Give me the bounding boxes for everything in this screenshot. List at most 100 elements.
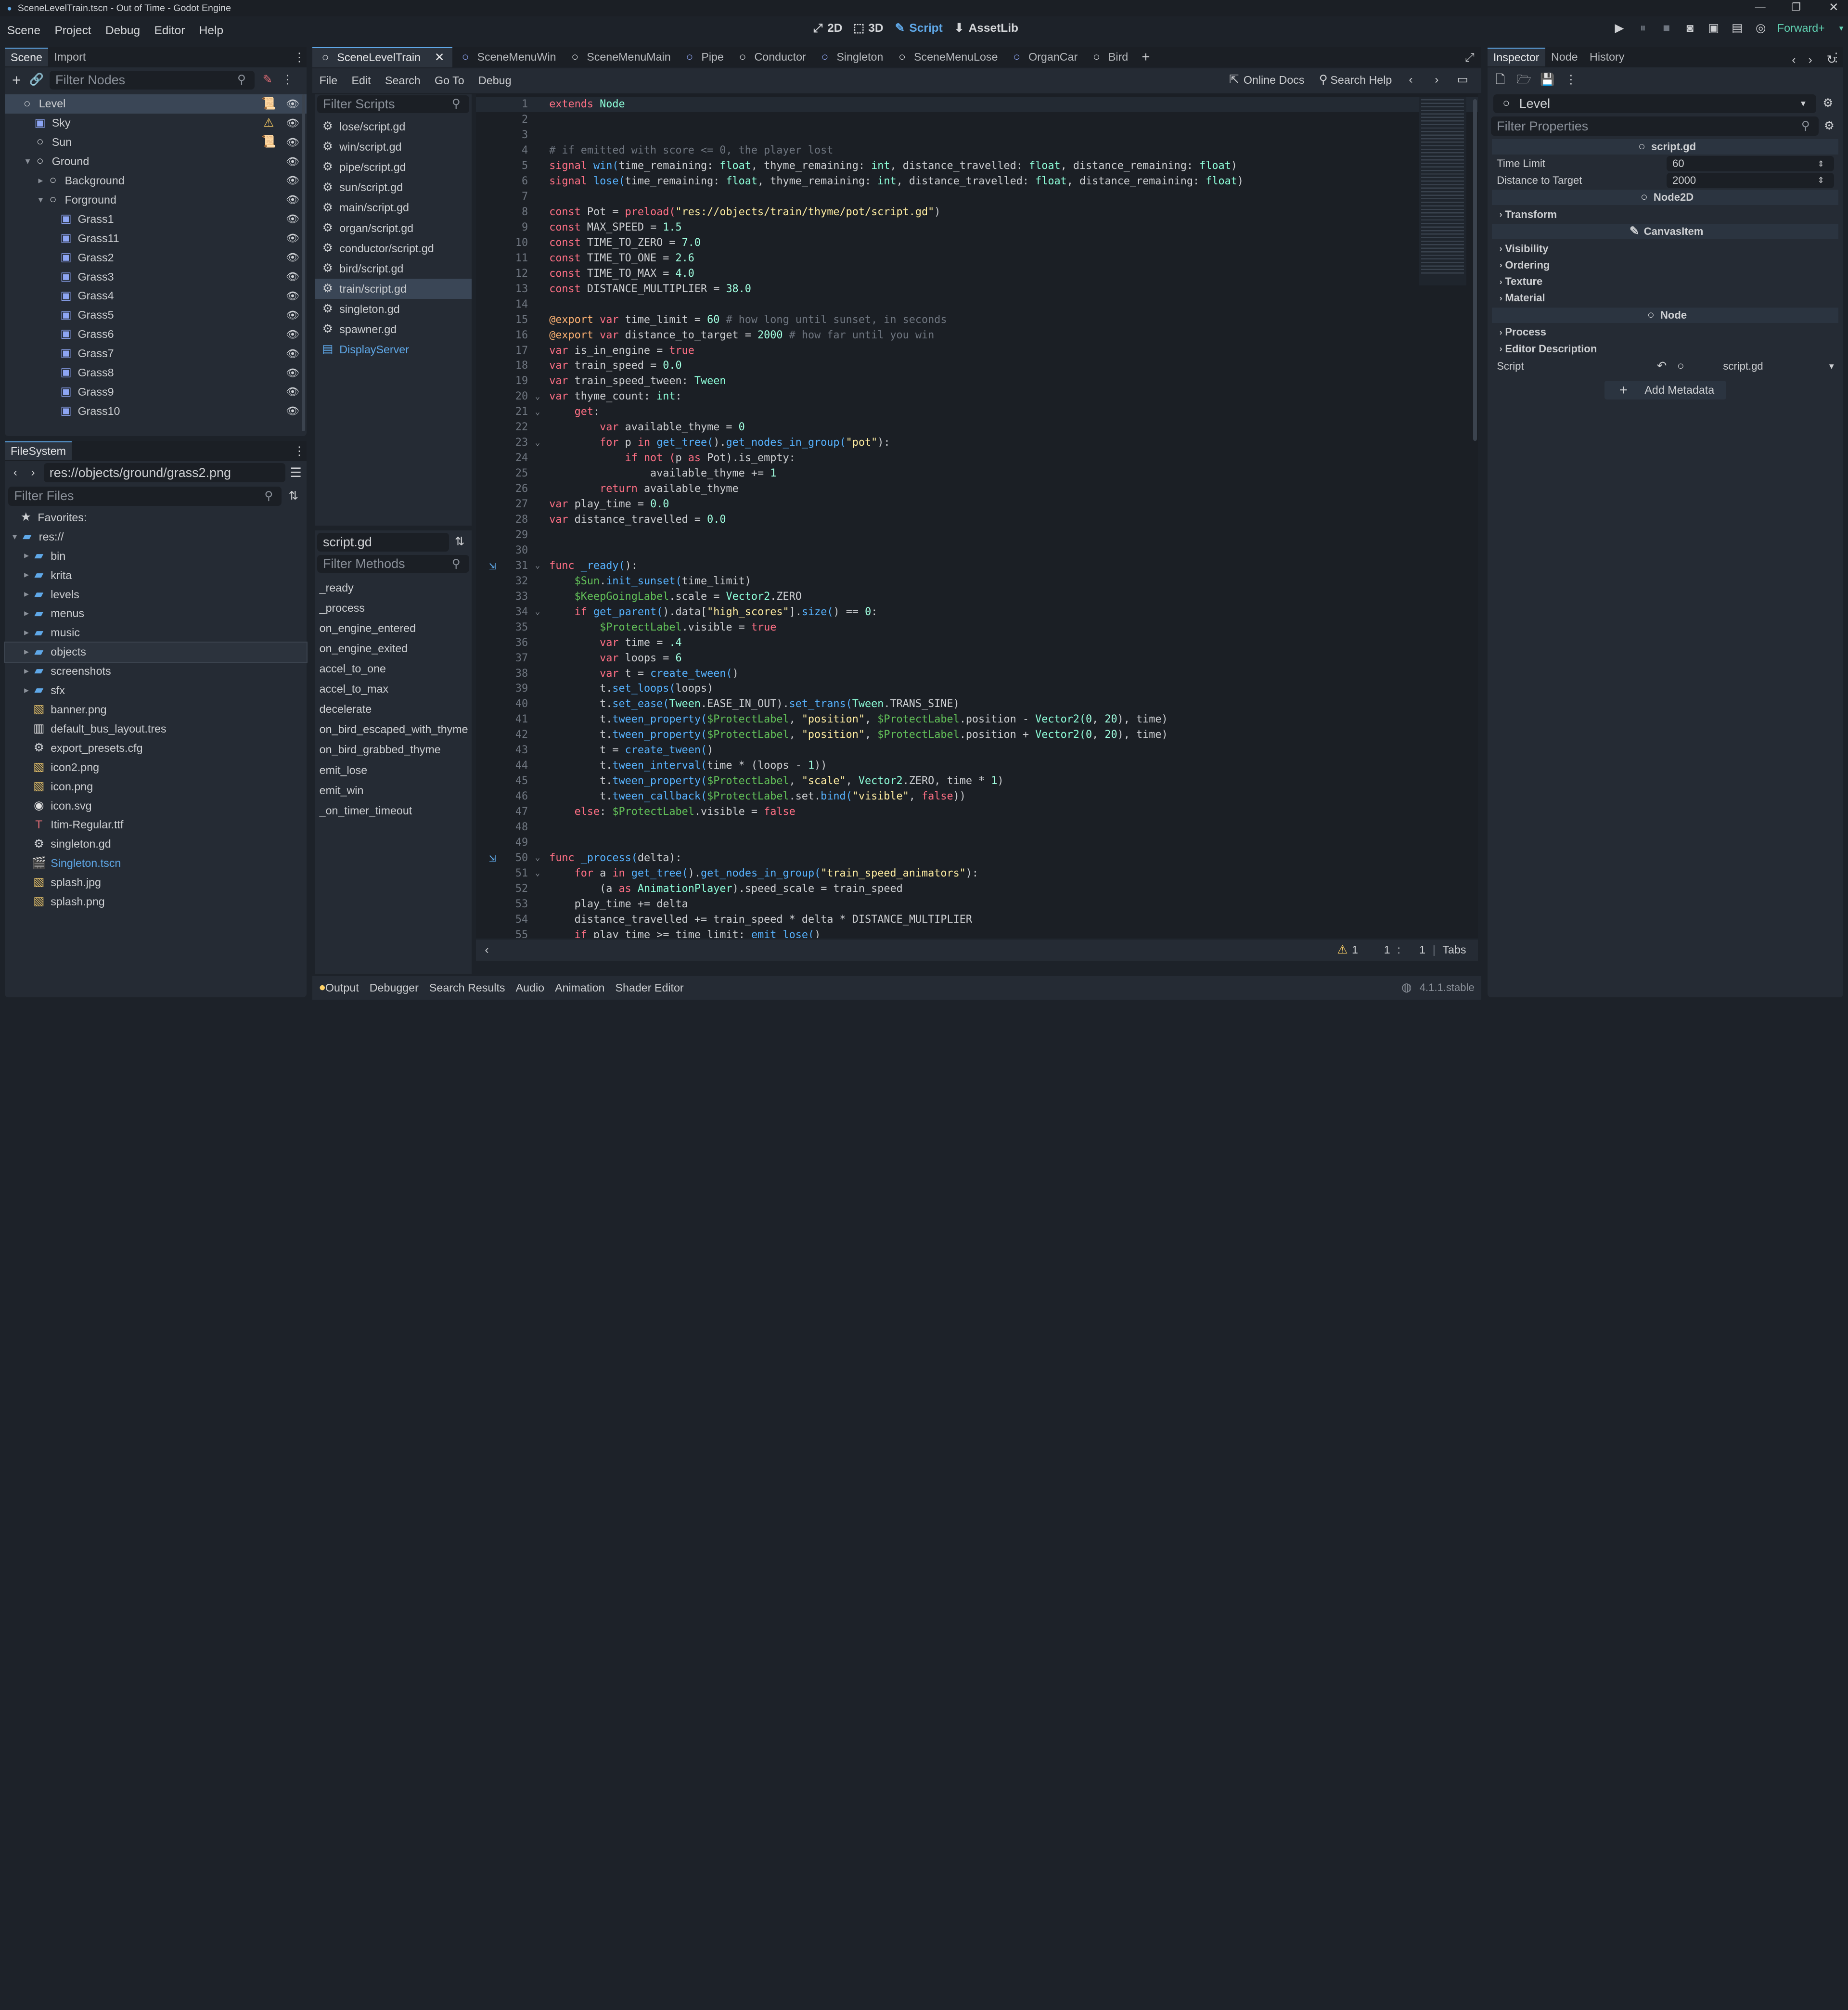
property-value-input[interactable]: 2000 ⇕ (1666, 172, 1834, 188)
code-line[interactable]: 27 var play_time = 0.0 (476, 497, 1478, 512)
file-item-default-bus-layout-tres[interactable]: ▥ default_bus_layout.tres (5, 719, 307, 738)
new-resource-icon[interactable]: 🗋 (1493, 73, 1507, 87)
code-line[interactable]: 12 const TIME_TO_MAX = 4.0 (476, 266, 1478, 281)
menu-editor[interactable]: Editor (154, 24, 185, 38)
scene-node-forground[interactable]: ▾ ○ Forground 👁 (5, 190, 307, 209)
code-line[interactable]: 54 distance_travelled += train_speed * d… (476, 912, 1478, 927)
code-line[interactable]: 37 var loops = 6 (476, 650, 1478, 666)
file-item-levels[interactable]: ▸ ▰ levels (5, 585, 307, 604)
method-item[interactable]: decelerate (315, 699, 472, 720)
canvasitem-section-header[interactable]: ✎ CanvasItem (1492, 224, 1839, 240)
visibility-eye-icon[interactable]: 👁 (286, 271, 299, 283)
movie-maker-icon[interactable]: ◎ (1754, 21, 1768, 35)
menu-debug[interactable]: Debug (105, 24, 140, 38)
menu-project[interactable]: Project (54, 24, 91, 38)
open-folder-icon[interactable]: 🗁 (1516, 73, 1531, 87)
code-line[interactable]: 41 t.tween_property($ProtectLabel, "posi… (476, 712, 1478, 727)
fold-arrow-icon[interactable]: ⌄ (535, 607, 549, 617)
code-line[interactable]: 30 (476, 542, 1478, 558)
script-item[interactable]: ⚙ organ/script.gd (315, 218, 472, 238)
signal-connection-icon[interactable]: ⇲ (476, 851, 509, 865)
code-line[interactable]: 22 var available_thyme = 0 (476, 420, 1478, 435)
code-line[interactable]: 11 const TIME_TO_ONE = 2.6 (476, 250, 1478, 266)
scene-tab-sceneleveltrain[interactable]: ○ SceneLevelTrain ✕ (312, 47, 453, 67)
script-item[interactable]: ⚙ bird/script.gd (315, 258, 472, 279)
minimize-button[interactable]: — (1755, 1, 1766, 13)
script-item[interactable]: ⚙ lose/script.gd (315, 116, 472, 137)
code-scrollbar[interactable] (1473, 99, 1477, 441)
code-line[interactable]: 48 (476, 820, 1478, 835)
toggle-scripts-panel-icon[interactable]: ▭ (1456, 73, 1470, 87)
script-icon[interactable]: 📜 (261, 135, 276, 149)
warning-icon[interactable]: ⚠ (1335, 943, 1349, 957)
scene-node-grass6[interactable]: ▣ Grass6 👁 (5, 325, 307, 344)
chevron-icon[interactable]: ▸ (21, 645, 32, 659)
code-line[interactable]: 44 t.tween_interval(time * (loops - 1)) (476, 758, 1478, 773)
inspector-group-visibility[interactable]: › Visibility (1492, 240, 1838, 257)
revert-icon[interactable]: ↶ (1655, 360, 1668, 374)
code-line[interactable]: 6 signal lose(time_remaining: float, thym… (476, 174, 1478, 189)
code-line[interactable]: 16 @export var distance_to_target = 2000 … (476, 327, 1478, 343)
script-item[interactable]: ⚙ main/script.gd (315, 198, 472, 218)
visibility-eye-icon[interactable]: 👁 (286, 213, 299, 225)
file-item-screenshots[interactable]: ▸ ▰ screenshots (5, 662, 307, 681)
spin-arrows-icon[interactable]: ⇕ (1814, 157, 1828, 171)
fold-arrow-icon[interactable]: ⌄ (535, 868, 549, 878)
visibility-eye-icon[interactable]: 👁 (286, 174, 299, 187)
play-scene-icon[interactable]: ▣ (1707, 21, 1720, 35)
bottom-tab-audio[interactable]: Audio (516, 981, 544, 994)
visibility-eye-icon[interactable]: 👁 (286, 405, 299, 417)
close-icon[interactable]: ✕ (432, 51, 446, 64)
code-line[interactable]: 3 (476, 128, 1478, 143)
scene-tab-bird[interactable]: ○ Bird (1083, 47, 1134, 67)
file-item-bin[interactable]: ▸ ▰ bin (5, 546, 307, 566)
code-line[interactable]: 1 extends Node (476, 96, 1478, 112)
script-menu-edit[interactable]: Edit (352, 74, 371, 87)
scene-node-grass10[interactable]: ▣ Grass10 👁 (5, 401, 307, 421)
file-item-singleton-tscn[interactable]: 🎬 Singleton.tscn (5, 854, 307, 873)
menu-help[interactable]: Help (199, 24, 223, 38)
method-item[interactable]: _ready (315, 578, 472, 598)
chevron-icon[interactable]: ▾ (10, 530, 20, 544)
script-item[interactable]: ⚙ pipe/script.gd (315, 157, 472, 178)
add-metadata-button[interactable]: + Add Metadata (1604, 380, 1726, 399)
remote-debug-icon[interactable]: ◙ (1683, 21, 1697, 35)
file-item-krita[interactable]: ▸ ▰ krita (5, 566, 307, 585)
code-line[interactable]: 10 const TIME_TO_ZERO = 7.0 (476, 235, 1478, 250)
method-item[interactable]: accel_to_max (315, 679, 472, 699)
bottom-tab-output[interactable]: ● Output (319, 981, 359, 995)
search-help-button[interactable]: ⚲ Search Help (1316, 73, 1392, 87)
visibility-eye-icon[interactable]: 👁 (286, 309, 299, 322)
visibility-eye-icon[interactable]: 👁 (286, 290, 299, 302)
scene-tree-scrollbar[interactable] (301, 94, 306, 432)
code-line[interactable]: 17 var is_in_engine = true (476, 343, 1478, 358)
file-item-res-[interactable]: ▾ ▰ res:// (5, 527, 307, 546)
method-item[interactable]: on_bird_grabbed_thyme (315, 740, 472, 760)
visibility-eye-icon[interactable]: 👁 (286, 328, 299, 341)
fold-arrow-icon[interactable]: ⌄ (535, 407, 549, 417)
tab-history[interactable]: History (1584, 48, 1630, 66)
fold-arrow-icon[interactable]: ⌄ (535, 392, 549, 401)
filter-methods-input[interactable]: Filter Methods ⚲ (317, 555, 469, 573)
file-item-banner-png[interactable]: ▧ banner.png (5, 700, 307, 720)
code-line[interactable]: 42 t.tween_property($ProtectLabel, "posi… (476, 727, 1478, 743)
dock-menu-icon[interactable]: ⋮ (292, 51, 306, 64)
pause-icon[interactable]: ⏸ (1636, 21, 1650, 35)
code-line[interactable]: 21 ⌄ get: (476, 404, 1478, 420)
forward-icon[interactable]: › (1803, 53, 1817, 67)
warning-count[interactable]: 1 (1352, 943, 1358, 956)
tab-scene[interactable]: Scene (4, 48, 49, 67)
filter-files-input[interactable]: Filter Files ⚲ (8, 487, 282, 506)
bottom-tab-debugger[interactable]: Debugger (370, 981, 419, 994)
inspector-group-material[interactable]: › Material (1492, 290, 1838, 306)
file-item-objects[interactable]: ▸ ▰ objects (3, 641, 308, 663)
back-icon[interactable]: ‹ (8, 465, 22, 479)
object-selector[interactable]: ○ Level ▾ (1493, 94, 1816, 114)
script-item[interactable]: ⚙ train/script.gd (314, 279, 472, 299)
visibility-eye-icon[interactable]: 👁 (286, 386, 299, 398)
scene-node-ground[interactable]: ▾ ○ Ground 👁 (5, 152, 307, 171)
code-text[interactable]: 1 extends Node 2 3 4 # if emitted with score … (476, 94, 1478, 938)
method-item[interactable]: _process (315, 598, 472, 618)
online-docs-button[interactable]: ⇱ Online Docs (1227, 73, 1304, 87)
dock-menu-icon[interactable]: ⋮ (292, 444, 306, 458)
